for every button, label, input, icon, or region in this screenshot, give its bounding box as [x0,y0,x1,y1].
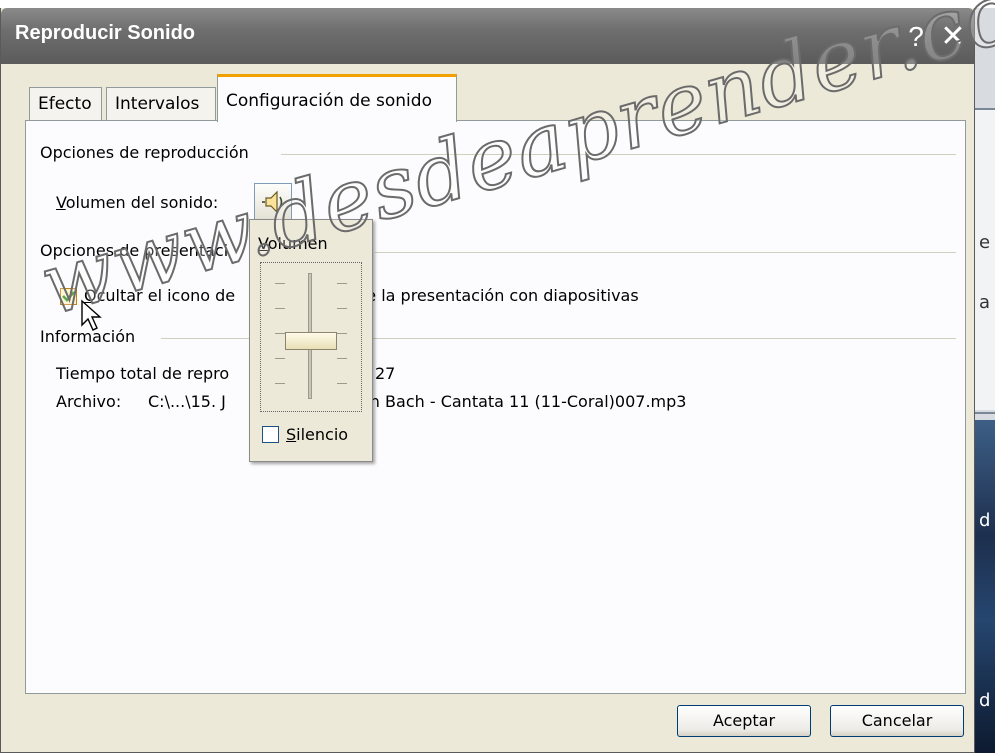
background-letter: d [979,510,991,531]
volume-label-text: olumen del sonido: [65,193,219,212]
cancel-button[interactable]: Cancelar [830,705,964,737]
volume-button[interactable] [254,183,292,221]
group-title-playback: Opciones de reproducción [40,143,249,162]
speaker-icon [262,190,283,214]
file-path-end: an Bach - Cantata 11 (11-Coral)007.mp3 [360,392,687,411]
background-letter: e [979,232,991,253]
close-button[interactable]: ✕ [935,18,971,56]
background-window-strip: e a d d [975,0,995,753]
slider-tick [275,383,285,384]
help-icon: ? [908,21,924,52]
group-divider [281,154,956,155]
background-image: d d [975,420,995,753]
cancel-button-label: Cancelar [861,711,933,730]
tab-label: Efecto [38,94,92,114]
file-path-start: C:\...\15. J [148,392,226,411]
slider-tick [275,283,285,284]
tab-intervalos[interactable]: Intervalos [106,87,216,121]
mute-checkbox[interactable] [262,426,279,443]
checkmark-icon [62,291,75,302]
title-bar[interactable]: Reproducir Sonido ? ✕ [1,8,974,64]
hide-icon-label-continuation: te la presentación con diapositivas [360,286,639,305]
group-title-information: Información [40,327,136,346]
volume-label: Volumen del sonido: [56,193,218,212]
volume-slider[interactable] [260,262,362,412]
mute-label-text: ilencio [296,425,349,444]
mute-label: Silencio [286,425,348,444]
file-label: Archivo: [56,392,122,411]
background-letter: d [979,690,991,711]
accelerator-key: V [56,193,66,212]
background-window-content [975,110,995,410]
window-title: Reproducir Sonido [15,22,195,44]
slider-tick [337,358,347,359]
hide-icon-checkbox[interactable] [60,288,77,305]
slider-tick [337,333,347,334]
slider-tick [275,308,285,309]
sound-dialog: Reproducir Sonido ? ✕ Efecto Intervalos … [0,8,975,753]
slider-tick [275,358,285,359]
ok-button[interactable]: Aceptar [677,705,811,737]
total-time-label: Tiempo total de repro [56,364,230,383]
background-divider [975,412,995,414]
group-divider [375,252,956,253]
accelerator-key: V [258,234,268,253]
slider-tick [337,383,347,384]
volume-slider-thumb[interactable] [285,332,337,350]
tab-configuracion-de-sonido[interactable]: Configuración de sonido [217,74,457,122]
help-button[interactable]: ? [899,18,933,56]
volume-popup-title: Volumen [258,234,328,253]
top-strip [0,0,995,8]
accelerator-key: S [286,425,297,444]
hide-icon-label-text: cultar el icono de [96,286,236,305]
slider-tick [337,308,347,309]
tab-efecto[interactable]: Efecto [29,87,102,121]
slider-tick [337,283,347,284]
slider-tick [275,333,285,334]
tab-label: Configuración de sonido [226,91,432,111]
ok-button-label: Aceptar [712,711,776,730]
tab-panel: Opciones de reproducción Volumen del son… [25,120,966,694]
close-icon: ✕ [940,20,966,53]
group-title-display: Opciones de presentaci [40,241,229,260]
total-time-value: 27 [375,364,396,383]
background-divider [975,108,995,110]
tab-label: Intervalos [115,94,200,114]
volume-popup: Volumen Silencio [249,219,373,462]
background-letter: a [979,292,991,313]
hide-icon-label: Ocultar el icono de [84,286,235,305]
